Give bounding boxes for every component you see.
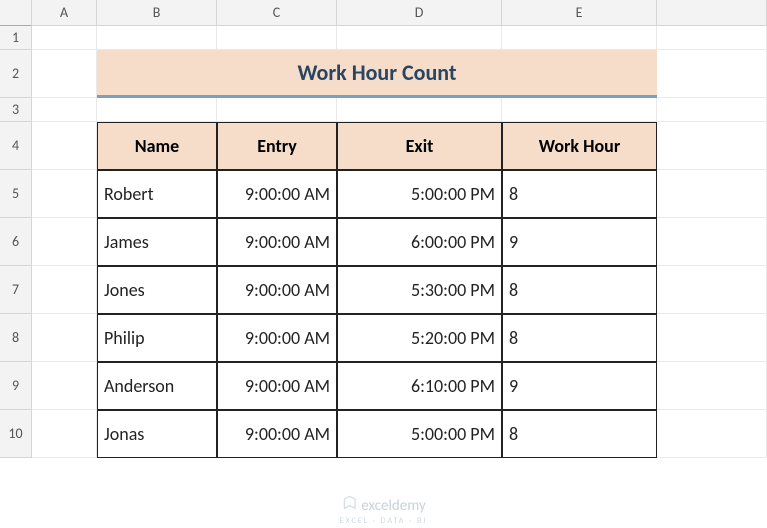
cell-f4[interactable]: [657, 122, 767, 170]
row-header-3[interactable]: 3: [0, 98, 32, 122]
table-row[interactable]: 5:20:00 PM: [337, 314, 502, 362]
cell-a10[interactable]: [32, 410, 97, 458]
cell-d1[interactable]: [337, 26, 502, 50]
cell-f6[interactable]: [657, 218, 767, 266]
row-header-2[interactable]: 2: [0, 50, 32, 98]
row-header-10[interactable]: 10: [0, 410, 32, 458]
row-header-9[interactable]: 9: [0, 362, 32, 410]
cell-a2[interactable]: [32, 50, 97, 98]
cell-a4[interactable]: [32, 122, 97, 170]
cell-b3[interactable]: [97, 98, 217, 122]
table-row[interactable]: Philip: [97, 314, 217, 362]
col-header-b[interactable]: B: [97, 0, 217, 26]
col-header-e[interactable]: E: [502, 0, 657, 26]
cell-a3[interactable]: [32, 98, 97, 122]
table-row[interactable]: 5:00:00 PM: [337, 170, 502, 218]
cell-b1[interactable]: [97, 26, 217, 50]
cell-e3[interactable]: [502, 98, 657, 122]
col-header-d[interactable]: D: [337, 0, 502, 26]
table-row[interactable]: Anderson: [97, 362, 217, 410]
table-row[interactable]: 5:00:00 PM: [337, 410, 502, 458]
table-row[interactable]: 8: [502, 410, 657, 458]
col-header-c[interactable]: C: [217, 0, 337, 26]
table-row[interactable]: 9:00:00 AM: [217, 266, 337, 314]
cell-f10[interactable]: [657, 410, 767, 458]
cell-f8[interactable]: [657, 314, 767, 362]
col-header-a[interactable]: A: [32, 0, 97, 26]
table-row[interactable]: Robert: [97, 170, 217, 218]
cell-e1[interactable]: [502, 26, 657, 50]
watermark: exceldemy: [341, 495, 425, 516]
cell-a6[interactable]: [32, 218, 97, 266]
cell-f5[interactable]: [657, 170, 767, 218]
cell-a7[interactable]: [32, 266, 97, 314]
table-row[interactable]: 5:30:00 PM: [337, 266, 502, 314]
table-row[interactable]: 8: [502, 314, 657, 362]
col-header-f[interactable]: [657, 0, 767, 26]
table-row[interactable]: 8: [502, 266, 657, 314]
cell-f2[interactable]: [657, 50, 767, 98]
cell-c1[interactable]: [217, 26, 337, 50]
table-row[interactable]: 9:00:00 AM: [217, 410, 337, 458]
cell-a9[interactable]: [32, 362, 97, 410]
header-exit[interactable]: Exit: [337, 122, 502, 170]
title-cell[interactable]: Work Hour Count: [97, 50, 657, 98]
table-row[interactable]: 6:00:00 PM: [337, 218, 502, 266]
row-header-4[interactable]: 4: [0, 122, 32, 170]
table-row[interactable]: 9:00:00 AM: [217, 362, 337, 410]
header-entry[interactable]: Entry: [217, 122, 337, 170]
watermark-sub: EXCEL · DATA · BI: [340, 516, 428, 526]
cell-f3[interactable]: [657, 98, 767, 122]
table-row[interactable]: 9: [502, 362, 657, 410]
select-all-corner[interactable]: [0, 0, 32, 26]
table-row[interactable]: James: [97, 218, 217, 266]
table-row[interactable]: Jones: [97, 266, 217, 314]
watermark-text: exceldemy: [361, 497, 425, 515]
row-header-8[interactable]: 8: [0, 314, 32, 362]
cell-d3[interactable]: [337, 98, 502, 122]
book-icon: [341, 495, 357, 516]
cell-f7[interactable]: [657, 266, 767, 314]
spreadsheet-grid: A B C D E 1 2 Work Hour Count 3 4 Name E…: [0, 0, 767, 458]
header-workhour[interactable]: Work Hour: [502, 122, 657, 170]
cell-a1[interactable]: [32, 26, 97, 50]
row-header-7[interactable]: 7: [0, 266, 32, 314]
cell-c3[interactable]: [217, 98, 337, 122]
row-header-5[interactable]: 5: [0, 170, 32, 218]
table-row[interactable]: 8: [502, 170, 657, 218]
table-row[interactable]: 9: [502, 218, 657, 266]
table-row[interactable]: 6:10:00 PM: [337, 362, 502, 410]
cell-f9[interactable]: [657, 362, 767, 410]
cell-a8[interactable]: [32, 314, 97, 362]
row-header-6[interactable]: 6: [0, 218, 32, 266]
table-row[interactable]: Jonas: [97, 410, 217, 458]
table-row[interactable]: 9:00:00 AM: [217, 170, 337, 218]
cell-a5[interactable]: [32, 170, 97, 218]
header-name[interactable]: Name: [97, 122, 217, 170]
table-row[interactable]: 9:00:00 AM: [217, 218, 337, 266]
table-row[interactable]: 9:00:00 AM: [217, 314, 337, 362]
row-header-1[interactable]: 1: [0, 26, 32, 50]
cell-f1[interactable]: [657, 26, 767, 50]
